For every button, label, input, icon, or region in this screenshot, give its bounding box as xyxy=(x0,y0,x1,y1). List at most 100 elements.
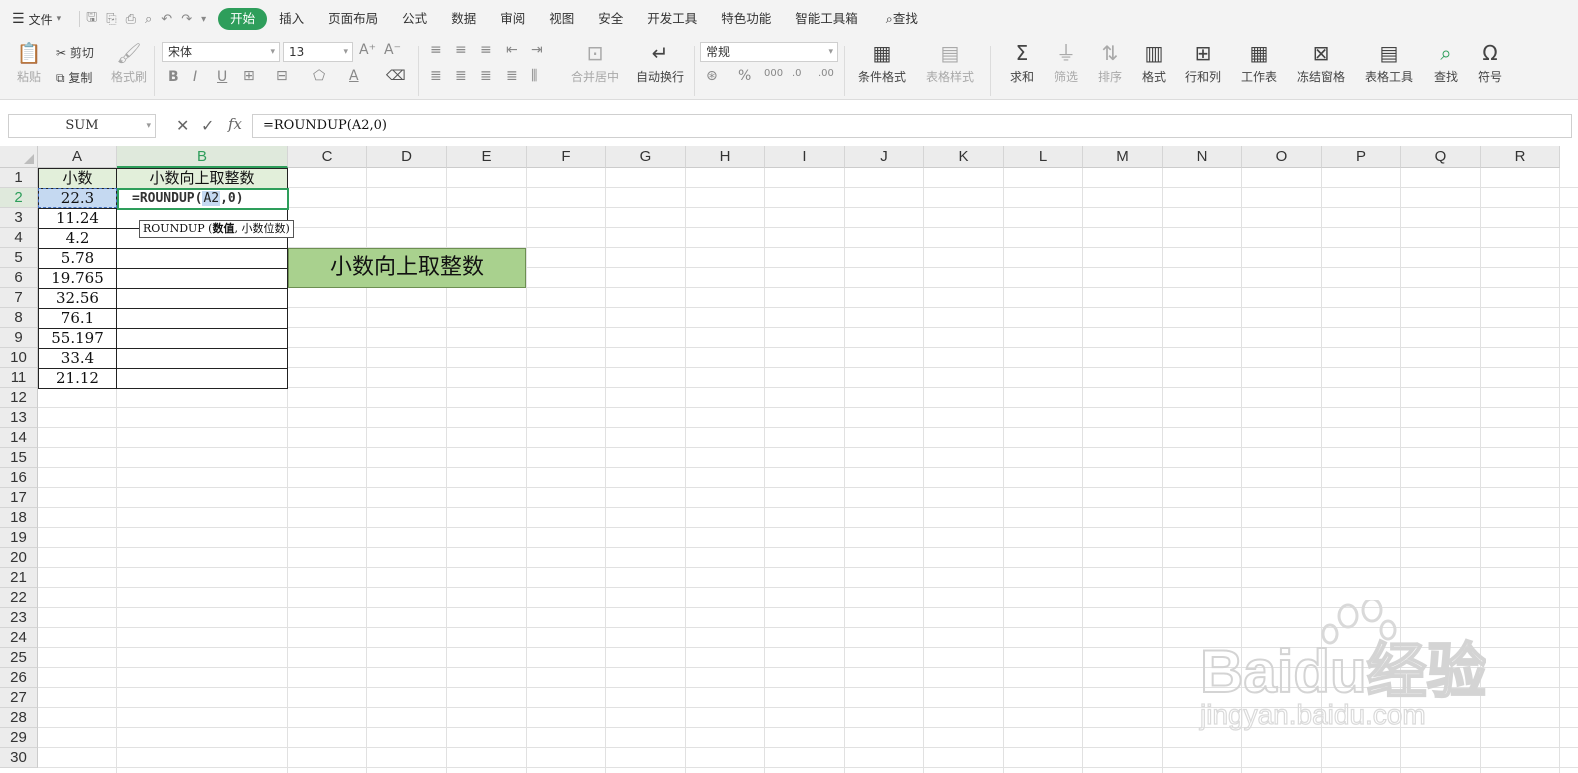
align-middle-icon[interactable]: ≡ xyxy=(455,42,467,58)
column-header-o[interactable]: O xyxy=(1242,146,1322,168)
tab-9[interactable]: 特色功能 xyxy=(709,8,783,30)
format-painter-button[interactable]: 🖌 格式刷 xyxy=(110,42,148,85)
font-color-icon[interactable]: A xyxy=(349,68,359,84)
italic-icon[interactable]: I xyxy=(193,69,197,85)
cell-a11[interactable]: 21.12 xyxy=(38,368,117,389)
row-header-15[interactable]: 15 xyxy=(0,448,38,468)
row-header-12[interactable]: 12 xyxy=(0,388,38,408)
font-name-select[interactable]: 宋体 ▾ xyxy=(162,42,280,62)
number-format-select[interactable]: 常规 ▾ xyxy=(700,42,838,62)
row-header-2[interactable]: 2 xyxy=(0,188,38,208)
bold-icon[interactable]: B xyxy=(168,69,179,85)
spreadsheet-grid[interactable]: 小数 小数向上取整数 22.3 11.24 4.2 5.78 19.765 32.56 76… xyxy=(38,168,1578,773)
tab-5[interactable]: 审阅 xyxy=(488,8,537,30)
decrease-decimal-icon[interactable]: .00 xyxy=(818,68,834,79)
cell-a7[interactable]: 32.56 xyxy=(38,288,117,309)
row-header-5[interactable]: 5 xyxy=(0,248,38,268)
cell-a9[interactable]: 55.197 xyxy=(38,328,117,349)
sort-button[interactable]: ⇅ 排序 xyxy=(1092,42,1128,85)
row-header-17[interactable]: 17 xyxy=(0,488,38,508)
column-header-q[interactable]: Q xyxy=(1401,146,1481,168)
row-header-9[interactable]: 9 xyxy=(0,328,38,348)
copy-button[interactable]: ⧉ 复制 xyxy=(56,69,92,86)
sum-button[interactable]: Σ 求和 xyxy=(1004,42,1040,85)
row-header-14[interactable]: 14 xyxy=(0,428,38,448)
customize-icon[interactable]: ▾ xyxy=(201,14,206,25)
save-icon[interactable]: 🖫 xyxy=(86,8,97,30)
insert-function-icon[interactable]: fx xyxy=(228,115,242,133)
cell-a4[interactable]: 4.2 xyxy=(38,228,117,249)
font-grow-icon[interactable]: A⁺ xyxy=(359,42,376,58)
row-header-23[interactable]: 23 xyxy=(0,608,38,628)
column-header-l[interactable]: L xyxy=(1004,146,1083,168)
tab-0[interactable]: 开始 xyxy=(218,8,268,30)
cancel-icon[interactable]: ✕ xyxy=(176,116,189,135)
tab-2[interactable]: 页面布局 xyxy=(316,8,390,30)
format-button[interactable]: ▥ 格式 xyxy=(1136,42,1172,85)
column-header-k[interactable]: K xyxy=(924,146,1004,168)
align-left-icon[interactable]: ≣ xyxy=(430,68,442,84)
align-bottom-icon[interactable]: ≡ xyxy=(480,42,492,58)
cell-b7[interactable] xyxy=(116,288,288,309)
column-header-g[interactable]: G xyxy=(606,146,686,168)
row-header-4[interactable]: 4 xyxy=(0,228,38,248)
worksheet-button[interactable]: ▦ 工作表 xyxy=(1236,42,1282,85)
percent-icon[interactable]: % xyxy=(738,68,751,84)
column-header-f[interactable]: F xyxy=(527,146,606,168)
table-style-button[interactable]: ▤ 表格样式 xyxy=(920,42,980,85)
row-header-21[interactable]: 21 xyxy=(0,568,38,588)
tab-4[interactable]: 数据 xyxy=(439,8,488,30)
strikethrough-icon[interactable]: ⊟ xyxy=(276,68,288,84)
export-icon[interactable]: ⎘ xyxy=(106,12,116,27)
row-header-27[interactable]: 27 xyxy=(0,688,38,708)
cell-a10[interactable]: 33.4 xyxy=(38,348,117,369)
clear-format-icon[interactable]: ⌫ xyxy=(386,68,406,84)
row-header-19[interactable]: 19 xyxy=(0,528,38,548)
row-header-10[interactable]: 10 xyxy=(0,348,38,368)
cell-b9[interactable] xyxy=(116,328,288,349)
wrap-text-button[interactable]: ↵ 自动换行 xyxy=(634,42,686,85)
indent-icon[interactable]: ⇥ xyxy=(531,42,543,58)
cell-b1[interactable]: 小数向上取整数 xyxy=(116,168,288,189)
column-header-a[interactable]: A xyxy=(38,146,117,168)
column-header-j[interactable]: J xyxy=(845,146,924,168)
cell-b6[interactable] xyxy=(116,268,288,289)
cell-b10[interactable] xyxy=(116,348,288,369)
thousands-icon[interactable]: 000 xyxy=(764,68,783,79)
column-header-n[interactable]: N xyxy=(1163,146,1242,168)
tab-10[interactable]: 智能工具箱 xyxy=(783,8,870,30)
underline-icon[interactable]: U xyxy=(217,69,227,85)
cut-button[interactable]: ✂ 剪切 xyxy=(56,44,94,61)
row-header-3[interactable]: 3 xyxy=(0,208,38,228)
column-header-m[interactable]: M xyxy=(1083,146,1163,168)
name-box[interactable]: SUM ▾ xyxy=(8,114,156,138)
border-icon[interactable]: ⊞ xyxy=(243,68,255,84)
column-header-b[interactable]: B xyxy=(117,146,288,168)
row-header-13[interactable]: 13 xyxy=(0,408,38,428)
cell-a1[interactable]: 小数 xyxy=(38,168,117,189)
tab-8[interactable]: 开发工具 xyxy=(635,8,709,30)
paste-button[interactable]: 📋 粘贴 xyxy=(12,42,46,85)
symbol-button[interactable]: Ω 符号 xyxy=(1472,42,1508,85)
column-header-e[interactable]: E xyxy=(447,146,527,168)
align-center-icon[interactable]: ≣ xyxy=(455,68,467,84)
cell-a8[interactable]: 76.1 xyxy=(38,308,117,329)
cell-b8[interactable] xyxy=(116,308,288,329)
cell-a6[interactable]: 19.765 xyxy=(38,268,117,289)
cell-a3[interactable]: 11.24 xyxy=(38,208,117,229)
cell-b2-editor[interactable]: =ROUNDUP(A2,0) xyxy=(117,188,289,210)
tab-7[interactable]: 安全 xyxy=(586,8,635,30)
row-header-7[interactable]: 7 xyxy=(0,288,38,308)
row-col-button[interactable]: ⊞ 行和列 xyxy=(1180,42,1226,85)
undo-icon[interactable]: ↶ xyxy=(161,12,172,27)
cell-a5[interactable]: 5.78 xyxy=(38,248,117,269)
print-icon[interactable]: ⎙ xyxy=(126,12,136,27)
column-header-p[interactable]: P xyxy=(1322,146,1401,168)
font-shrink-icon[interactable]: A⁻ xyxy=(384,42,401,58)
freeze-panes-button[interactable]: ⊠ 冻结窗格 xyxy=(1292,42,1350,85)
row-header-20[interactable]: 20 xyxy=(0,548,38,568)
table-tools-button[interactable]: ▤ 表格工具 xyxy=(1360,42,1418,85)
row-header-28[interactable]: 28 xyxy=(0,708,38,728)
merge-center-button[interactable]: ⊡ 合并居中 xyxy=(566,42,624,85)
select-all-corner[interactable] xyxy=(0,146,38,168)
